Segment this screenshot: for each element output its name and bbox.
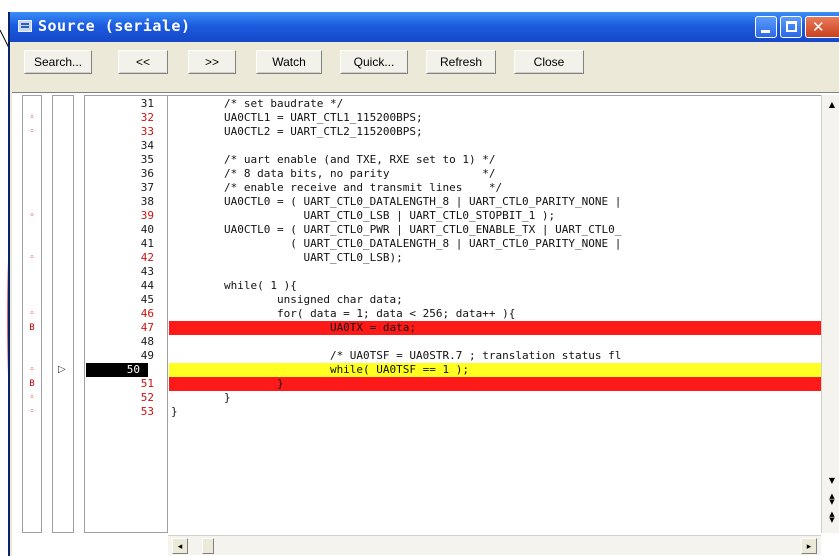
refresh-button[interactable]: Refresh [426, 50, 496, 74]
scroll-split2-icon[interactable]: ▲ ▼ [824, 511, 839, 527]
source-line[interactable]: } [169, 405, 821, 419]
maximize-button[interactable] [780, 16, 802, 38]
line-number: 35 [140, 153, 154, 166]
quick-button[interactable]: Quick... [340, 50, 408, 74]
line-number: 31 [140, 97, 154, 110]
scroll-split-icon[interactable]: ▲ ▼ [824, 493, 839, 509]
line-number: 36 [140, 167, 154, 180]
source-line[interactable]: unsigned char data; [169, 293, 821, 307]
toolbar: Search... << >> Watch Quick... Refresh C… [10, 42, 839, 92]
event-marker[interactable]: ◦ [26, 363, 38, 377]
scroll-right-icon[interactable]: ▸ [801, 538, 817, 554]
breakpoint-line[interactable]: } [169, 377, 821, 391]
window-title: Source (seriale) [38, 17, 191, 35]
line-number: 33 [140, 125, 154, 138]
source-line[interactable]: UART_CTL0_LSB); [169, 251, 821, 265]
scroll-left-icon[interactable]: ◂ [172, 538, 188, 554]
watch-button[interactable]: Watch [256, 50, 322, 74]
current-line-arrow-icon: ▷ [58, 364, 66, 375]
scroll-up-icon[interactable]: ▲ [824, 97, 839, 113]
source-line[interactable]: ( UART_CTL0_DATALENGTH_8 | UART_CTL0_PAR… [169, 237, 821, 251]
event-marker[interactable]: ◦ [26, 209, 38, 223]
line-number: 48 [140, 335, 154, 348]
window-icon [18, 20, 32, 32]
source-line[interactable] [169, 335, 821, 349]
line-number: 50 [86, 363, 148, 377]
horizontal-scroll-thumb[interactable] [202, 538, 214, 554]
event-marker[interactable]: ◦ [26, 125, 38, 139]
close-icon: ✕ [812, 18, 825, 36]
line-number: 42 [140, 251, 154, 264]
source-line[interactable]: while( 1 ){ [169, 279, 821, 293]
source-line[interactable]: /* set baudrate */ [169, 97, 821, 111]
title-bar[interactable]: Source (seriale) ✕ [10, 12, 839, 42]
line-number: 44 [140, 279, 154, 292]
source-panel: ▲ ▼ ▲ ▼ ▲ ▼ ◂ ▸ 31 /* set baudrate */ ◦ 32 U… [12, 92, 839, 556]
source-line[interactable]: UA0CTL0 = ( UART_CTL0_PWR | UART_CTL0_EN… [169, 223, 821, 237]
line-number: 40 [140, 223, 154, 236]
source-line[interactable]: for( data = 1; data < 256; data++ ){ [169, 307, 821, 321]
event-marker[interactable]: ◦ [26, 251, 38, 265]
line-number: 37 [140, 181, 154, 194]
line-number: 39 [140, 209, 154, 222]
source-line[interactable]: /* enable receive and transmit lines */ [169, 181, 821, 195]
line-number: 46 [140, 307, 154, 320]
source-line[interactable]: UA0CTL1 = UART_CTL1_115200BPS; [169, 111, 821, 125]
cursor-gutter[interactable] [52, 95, 74, 533]
breakpoint-marker[interactable]: B [26, 321, 38, 335]
source-line[interactable]: /* uart enable (and TXE, RXE set to 1) *… [169, 153, 821, 167]
line-number: 51 [140, 377, 154, 390]
line-number: 53 [140, 405, 154, 418]
line-number: 49 [140, 349, 154, 362]
horizontal-scrollbar[interactable]: ◂ ▸ [168, 535, 821, 555]
source-line[interactable]: /* UA0TSF = UA0STR.7 ; translation statu… [169, 349, 821, 363]
line-number: 47 [140, 321, 154, 334]
source-line[interactable]: UA0CTL2 = UART_CTL2_115200BPS; [169, 125, 821, 139]
event-marker[interactable]: ◦ [26, 405, 38, 419]
back-button[interactable]: << [118, 50, 168, 74]
vertical-scrollbar[interactable]: ▲ ▼ ▲ ▼ ▲ ▼ [821, 95, 839, 533]
maximize-icon [786, 21, 797, 32]
event-marker[interactable]: ◦ [26, 391, 38, 405]
event-marker[interactable]: ◦ [26, 111, 38, 125]
search-button[interactable]: Search... [24, 50, 92, 74]
breakpoint-marker[interactable]: B [26, 377, 38, 391]
source-line[interactable]: } [169, 391, 821, 405]
close-window-button[interactable]: ✕ [805, 16, 839, 38]
scroll-down-icon[interactable]: ▼ [824, 473, 839, 489]
event-marker[interactable]: ◦ [26, 307, 38, 321]
minimize-icon [761, 30, 770, 33]
line-number: 41 [140, 237, 154, 250]
close-button[interactable]: Close [514, 50, 584, 74]
source-line[interactable]: UART_CTL0_LSB | UART_CTL0_STOPBIT_1 ); [169, 209, 821, 223]
current-pc-line[interactable]: while( UA0TSF == 1 ); [169, 363, 821, 377]
forward-button[interactable]: >> [188, 50, 236, 74]
line-number: 45 [140, 293, 154, 306]
source-line[interactable]: UA0CTL0 = ( UART_CTL0_DATALENGTH_8 | UAR… [169, 195, 821, 209]
line-number: 43 [140, 265, 154, 278]
source-line[interactable]: /* 8 data bits, no parity */ [169, 167, 821, 181]
breakpoint-line[interactable]: UA0TX = data; [169, 321, 821, 335]
source-line[interactable] [169, 139, 821, 153]
line-number: 52 [140, 391, 154, 404]
line-number: 32 [140, 111, 154, 124]
minimize-button[interactable] [755, 16, 777, 38]
line-number: 34 [140, 139, 154, 152]
source-window: Source (seriale) ✕ Search... << >> Watch… [8, 12, 839, 556]
source-line[interactable] [169, 265, 821, 279]
line-number: 38 [140, 195, 154, 208]
